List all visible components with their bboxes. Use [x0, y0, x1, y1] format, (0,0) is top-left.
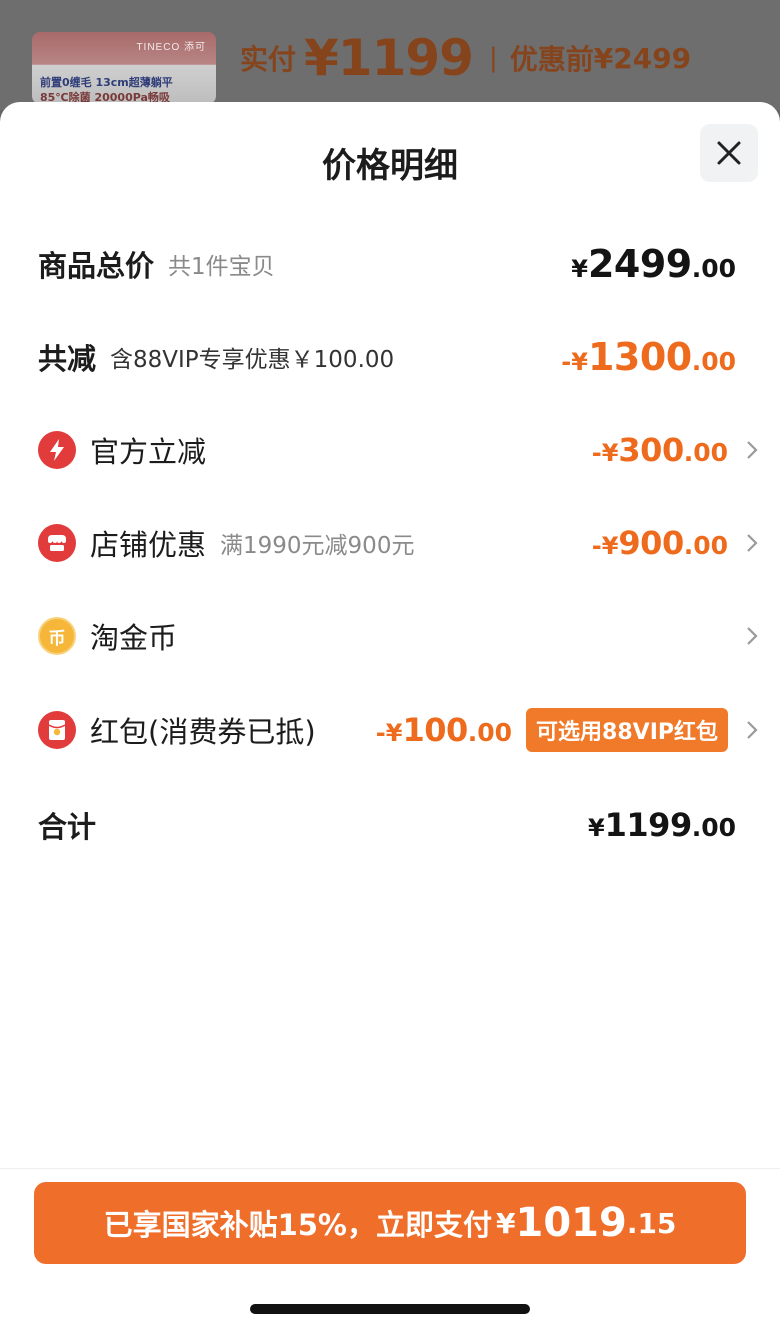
bottom-divider: [0, 1168, 780, 1169]
pay-button-decimal: .15: [626, 1206, 677, 1240]
close-icon: [717, 141, 741, 165]
price-detail-sheet: 价格明细 商品总价 共1件宝贝 ¥2499.00 共减 含88VIP专享优惠￥1…: [0, 102, 780, 1333]
item-count: 共1件宝贝: [168, 254, 275, 280]
total-reduction-label: 共减: [38, 342, 97, 376]
row-store-discount[interactable]: 店铺优惠 满1990元减900元 -¥ 900.00: [38, 513, 758, 573]
thumbnail-brand: TINECO 添可: [136, 42, 206, 53]
coin-glyph: 币: [48, 628, 66, 649]
price-separator: |: [488, 43, 498, 73]
pay-button-text: 已享国家补贴15%，立即支付: [103, 1208, 492, 1242]
coin-icon: 币: [38, 617, 76, 655]
row-sum: 合计 ¥1199.00: [38, 795, 736, 855]
chevron-right-icon: [736, 626, 758, 646]
chevron-right-icon: [736, 440, 758, 460]
background-price-summary: 实付 ¥1199 | 优惠前 ¥2499: [240, 28, 691, 88]
red-packet-value: -¥ 100.00: [375, 711, 513, 749]
store-icon: [38, 524, 76, 562]
store-discount-rule: 满1990元减900元: [220, 533, 415, 559]
taojinbi-label: 淘金币: [90, 621, 178, 655]
lightning-icon: [38, 431, 76, 469]
chevron-right-icon: [736, 533, 758, 553]
total-price-value: ¥2499.00: [571, 242, 736, 286]
pay-now-button[interactable]: 已享国家补贴15%，立即支付 ¥ 1019 .15: [34, 1182, 746, 1264]
row-taojinbi[interactable]: 币 淘金币: [38, 606, 758, 666]
vip-discount-note: 含88VIP专享优惠￥100.00: [110, 347, 395, 373]
product-thumbnail: TINECO 添可 前置0缠毛 13cm超薄躺平 85℃除菌 20000Pa畅吸: [32, 32, 216, 104]
home-indicator[interactable]: [250, 1304, 530, 1314]
total-price-label: 商品总价: [38, 249, 155, 283]
row-red-packet[interactable]: 红包(消费券已抵) -¥ 100.00 可选用88VIP红包: [38, 700, 758, 760]
pay-button-amount: 1019: [515, 1200, 627, 1246]
vip-red-packet-badge[interactable]: 可选用88VIP红包: [526, 708, 728, 752]
official-discount-value: -¥ 300.00: [591, 431, 728, 469]
before-discount-amount: ¥2499: [593, 41, 692, 75]
row-official-discount[interactable]: 官方立减 -¥ 300.00: [38, 420, 758, 480]
sum-label: 合计: [38, 810, 97, 844]
pay-button-yen: ¥: [496, 1206, 516, 1240]
chevron-right-icon: [736, 720, 758, 740]
thumbnail-caption-1: 前置0缠毛 13cm超薄躺平: [40, 76, 173, 89]
store-discount-value: -¥ 900.00: [591, 524, 728, 562]
official-discount-label: 官方立减: [90, 435, 207, 469]
before-discount-label: 优惠前: [509, 43, 594, 76]
row-total-reduction: 共减 含88VIP专享优惠￥100.00 -¥ 1300.00: [38, 327, 736, 387]
store-discount-label: 店铺优惠: [90, 528, 207, 562]
sum-value: ¥1199.00: [587, 806, 736, 844]
paid-label: 实付: [240, 43, 297, 76]
sheet-title: 价格明细: [322, 146, 458, 186]
close-button[interactable]: [700, 124, 758, 182]
red-packet-icon: [38, 711, 76, 749]
row-total-price: 商品总价 共1件宝贝 ¥2499.00: [38, 234, 736, 294]
paid-amount: ¥1199: [304, 29, 474, 87]
red-packet-label: 红包(消费券已抵): [90, 715, 316, 749]
total-reduction-value: -¥ 1300.00: [561, 335, 736, 379]
